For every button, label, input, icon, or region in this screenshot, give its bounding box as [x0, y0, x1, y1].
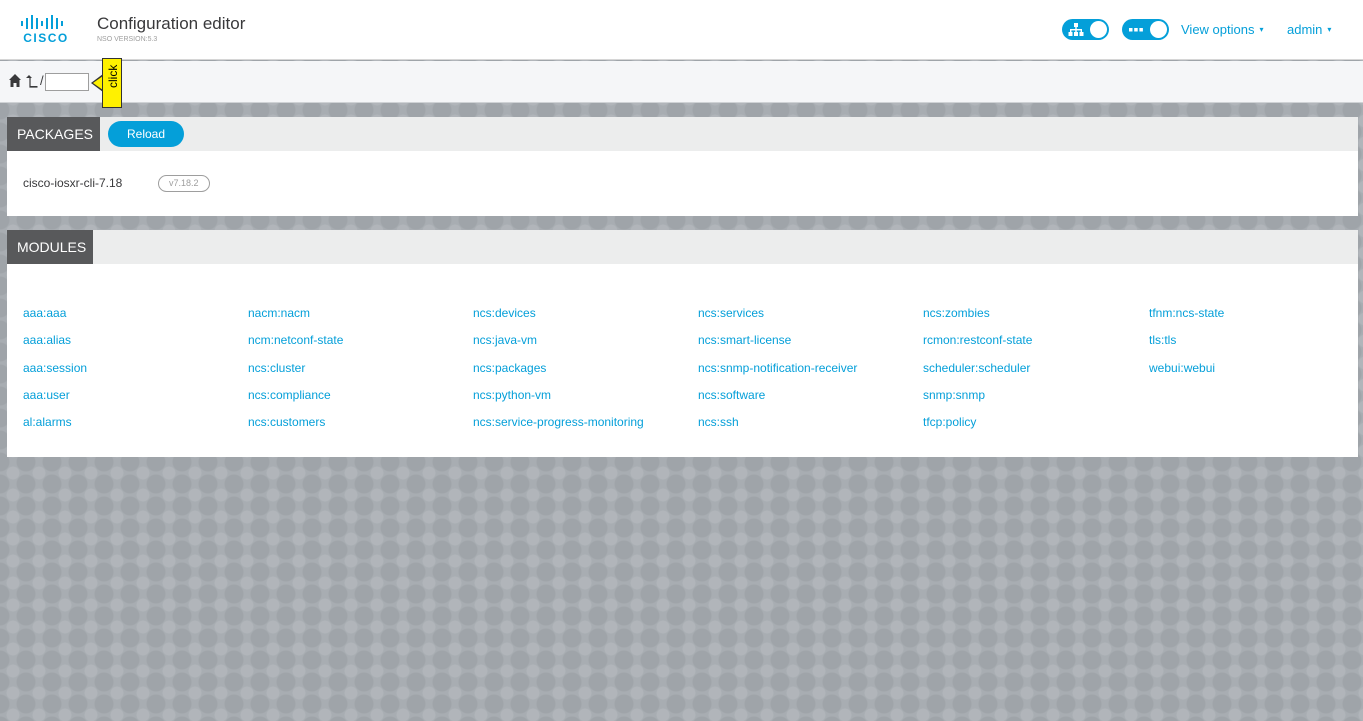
module-link[interactable]: webui:webui	[1149, 361, 1215, 375]
chevron-down-icon: ▾	[1327, 25, 1332, 34]
view-options-menu[interactable]: View options ▾	[1181, 22, 1264, 37]
modules-title: MODULES	[7, 230, 93, 264]
module-link[interactable]: al:alarms	[23, 415, 72, 429]
level-up-icon[interactable]	[26, 73, 38, 89]
view-options-label: View options	[1181, 22, 1255, 37]
module-link[interactable]: tls:tls	[1149, 333, 1176, 347]
toggle-knob	[1090, 21, 1107, 38]
packages-title: PACKAGES	[7, 117, 100, 151]
cisco-logo[interactable]: CISCO	[20, 14, 70, 45]
module-link[interactable]: aaa:user	[23, 388, 70, 402]
module-link[interactable]: tfcp:policy	[923, 415, 976, 429]
module-link[interactable]: ncs:zombies	[923, 306, 990, 320]
module-link[interactable]: nacm:nacm	[248, 306, 310, 320]
compact-view-toggle[interactable]	[1122, 19, 1169, 40]
path-input[interactable]	[45, 73, 89, 91]
cisco-bars-icon	[21, 15, 63, 29]
chevron-down-icon: ▾	[1259, 25, 1264, 34]
module-link[interactable]: scheduler:scheduler	[923, 361, 1030, 375]
module-link[interactable]: ncs:devices	[473, 306, 536, 320]
module-link[interactable]: rcmon:restconf-state	[923, 333, 1032, 347]
module-link[interactable]: ncs:packages	[473, 361, 546, 375]
click-tooltip: click	[91, 58, 122, 108]
user-menu[interactable]: admin ▾	[1287, 22, 1331, 37]
module-link[interactable]: aaa:aaa	[23, 306, 66, 320]
module-link[interactable]: aaa:alias	[23, 333, 71, 347]
module-link[interactable]: ncs:software	[698, 388, 765, 402]
user-label: admin	[1287, 22, 1323, 37]
module-link[interactable]: ncs:services	[698, 306, 764, 320]
page-title: Configuration editor	[97, 14, 246, 33]
module-link[interactable]: ncs:java-vm	[473, 333, 537, 347]
path-bar: /	[0, 61, 1363, 103]
package-version-badge: v7.18.2	[158, 175, 210, 192]
tree-view-toggle[interactable]	[1062, 19, 1109, 40]
version-label: NSO VERSION:5.3	[97, 36, 158, 43]
module-link[interactable]: ncs:snmp-notification-receiver	[698, 361, 857, 375]
home-icon[interactable]	[8, 73, 22, 89]
module-link[interactable]: ncs:smart-license	[698, 333, 791, 347]
packages-panel: PACKAGES Reload cisco-iosxr-cli-7.18 v7.…	[7, 117, 1358, 216]
module-link[interactable]: tfnm:ncs-state	[1149, 306, 1224, 320]
package-name[interactable]: cisco-iosxr-cli-7.18	[23, 176, 122, 190]
modules-header: MODULES	[7, 230, 1358, 264]
reload-button[interactable]: Reload	[108, 121, 184, 147]
cisco-logo-text: CISCO	[23, 31, 69, 45]
module-link[interactable]: ncs:python-vm	[473, 388, 551, 402]
module-link[interactable]: ncs:service-progress-monitoring	[473, 415, 644, 429]
module-link[interactable]: ncs:customers	[248, 415, 325, 429]
path-separator: /	[40, 73, 44, 88]
module-link[interactable]: ncm:netconf-state	[248, 333, 343, 347]
toggle-knob	[1150, 21, 1167, 38]
packages-header: PACKAGES Reload	[7, 117, 1358, 151]
tooltip-box: click	[102, 58, 122, 108]
tooltip-label: click	[106, 64, 120, 88]
module-link[interactable]: ncs:cluster	[248, 361, 305, 375]
more-icon	[1129, 28, 1143, 32]
module-link[interactable]: aaa:session	[23, 361, 87, 375]
module-link[interactable]: snmp:snmp	[923, 388, 985, 402]
module-link[interactable]: ncs:compliance	[248, 388, 331, 402]
tree-icon	[1068, 23, 1084, 36]
app-header: CISCO Configuration editor NSO VERSION:5…	[0, 0, 1363, 60]
modules-panel: MODULES aaa:aaa aaa:alias aaa:session aaa:u…	[7, 230, 1358, 457]
module-link[interactable]: ncs:ssh	[698, 415, 739, 429]
